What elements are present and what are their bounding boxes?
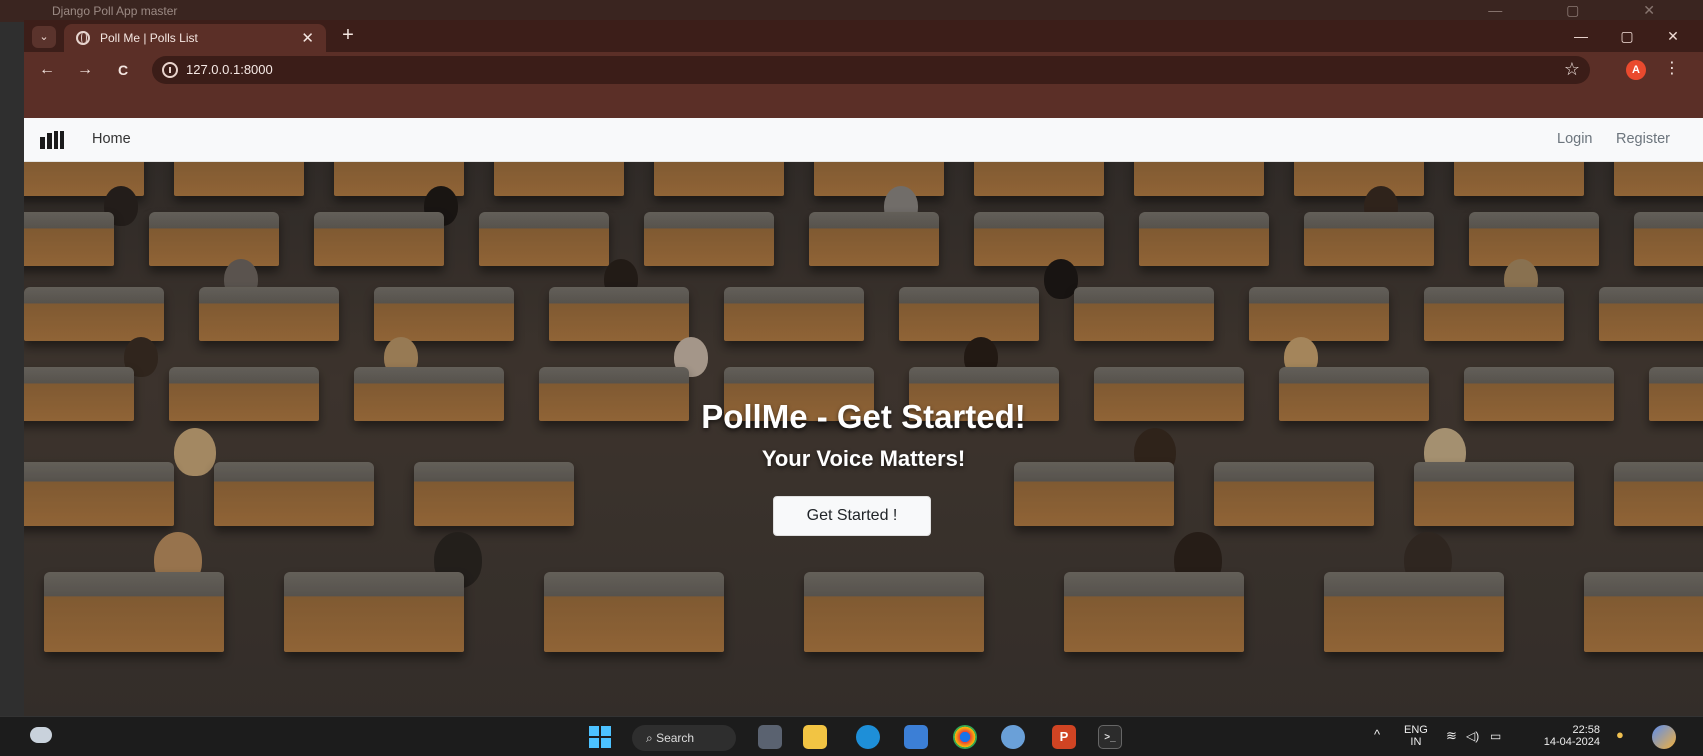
back-button[interactable]: ← bbox=[36, 59, 58, 81]
bookmarks-bar bbox=[24, 88, 1703, 118]
taskbar-search[interactable]: ⌕ Search bbox=[632, 725, 736, 751]
url-text[interactable]: 127.0.0.1:8000 bbox=[186, 62, 273, 77]
edge-icon[interactable] bbox=[856, 725, 880, 749]
desktop-screen: Django Poll App master — ▢ ✕ ⌄ Poll Me |… bbox=[0, 0, 1703, 756]
background-window-title: Django Poll App master bbox=[52, 4, 178, 18]
background-window-titlebar: Django Poll App master — ▢ ✕ bbox=[0, 0, 1703, 22]
tab-close-icon[interactable]: ✕ bbox=[301, 29, 314, 47]
site-info-icon[interactable] bbox=[162, 62, 178, 78]
language-code: ENG bbox=[1404, 724, 1428, 736]
maximize-button[interactable]: ▢ bbox=[1609, 26, 1645, 48]
profile-avatar[interactable]: A bbox=[1626, 60, 1646, 80]
tab-search-button[interactable]: ⌄ bbox=[32, 26, 56, 48]
nav-home-link[interactable]: Home bbox=[92, 131, 131, 147]
battery-icon[interactable]: ▭ bbox=[1490, 730, 1501, 742]
site-navbar: Home Login Register bbox=[24, 118, 1703, 162]
language-indicator[interactable]: ENG IN bbox=[1404, 724, 1428, 748]
volume-icon[interactable]: ◁) bbox=[1466, 730, 1479, 742]
settings-gear-icon[interactable] bbox=[1001, 725, 1025, 749]
notification-bell-icon[interactable]: ● bbox=[1616, 728, 1624, 741]
clock-time: 22:58 bbox=[1572, 724, 1600, 736]
windows-start-icon[interactable] bbox=[588, 725, 612, 749]
clock-date: 14-04-2024 bbox=[1543, 736, 1600, 748]
background-window-controls: — ▢ ✕ bbox=[1488, 2, 1685, 18]
tab-title: Poll Me | Polls List bbox=[100, 31, 198, 45]
browser-menu-icon[interactable]: ⋮ bbox=[1664, 58, 1680, 78]
taskbar: ⌕ Search P >_ ^ ENG IN ≋ ◁) ▭ 22:58 14-0… bbox=[0, 716, 1703, 756]
task-view-icon[interactable] bbox=[758, 725, 782, 749]
minimize-button[interactable]: — bbox=[1563, 26, 1599, 48]
taskbar-search-label: Search bbox=[656, 731, 695, 745]
globe-icon bbox=[76, 31, 90, 45]
hero-subtitle: Your Voice Matters! bbox=[761, 446, 966, 471]
background-window-edge bbox=[0, 22, 24, 716]
reload-button[interactable]: C bbox=[112, 59, 134, 81]
close-window-button[interactable]: ✕ bbox=[1655, 26, 1691, 48]
nav-register-link[interactable]: Register bbox=[1616, 131, 1670, 147]
address-bar[interactable]: 127.0.0.1:8000 ☆ bbox=[152, 56, 1590, 84]
chrome-icon[interactable] bbox=[953, 725, 977, 749]
search-icon: ⌕ bbox=[646, 731, 657, 745]
tab-strip: ⌄ Poll Me | Polls List ✕ + — ▢ ✕ bbox=[24, 20, 1703, 52]
new-tab-button[interactable]: + bbox=[336, 24, 360, 48]
browser-toolbar: ← → C 127.0.0.1:8000 ☆ A ⋮ bbox=[24, 52, 1703, 88]
web-page: Home Login Register PollMe - Get Started… bbox=[24, 118, 1703, 716]
brand-logo-icon[interactable] bbox=[40, 131, 70, 149]
bookmark-star-icon[interactable]: ☆ bbox=[1564, 59, 1580, 80]
terminal-icon[interactable]: >_ bbox=[1098, 725, 1122, 749]
hero-section: PollMe - Get Started! Your Voice Matters… bbox=[24, 162, 1703, 716]
forward-button[interactable]: → bbox=[74, 59, 96, 81]
clock[interactable]: 22:58 14-04-2024 bbox=[1540, 724, 1600, 748]
tray-expand-icon[interactable]: ^ bbox=[1374, 728, 1380, 741]
powerpoint-icon[interactable]: P bbox=[1052, 725, 1076, 749]
active-tab[interactable]: Poll Me | Polls List ✕ bbox=[64, 24, 326, 52]
hero-title: PollMe - Get Started! bbox=[701, 398, 1026, 435]
nav-login-link[interactable]: Login bbox=[1557, 131, 1592, 147]
language-region: IN bbox=[1410, 736, 1422, 748]
copilot-icon[interactable] bbox=[1652, 725, 1676, 749]
wifi-icon[interactable]: ≋ bbox=[1446, 729, 1457, 742]
weather-icon[interactable] bbox=[30, 727, 52, 743]
browser-window: ⌄ Poll Me | Polls List ✕ + — ▢ ✕ ← → C 1… bbox=[24, 20, 1703, 716]
file-explorer-icon[interactable] bbox=[803, 725, 827, 749]
get-started-button[interactable]: Get Started ! bbox=[773, 496, 931, 536]
store-icon[interactable] bbox=[904, 725, 928, 749]
